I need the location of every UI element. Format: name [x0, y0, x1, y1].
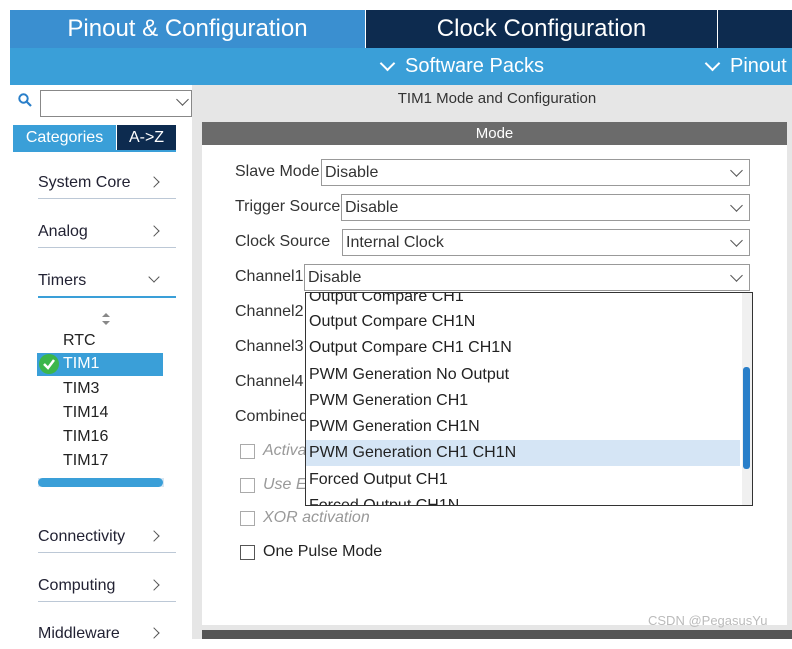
chevron-right-icon — [148, 579, 160, 591]
timer-rtc[interactable]: RTC — [63, 332, 96, 350]
software-packs-label: Software Packs — [405, 55, 544, 77]
watermark: CSDN @PegasusYu — [648, 613, 768, 628]
activate-checkbox[interactable]: Activa — [240, 442, 307, 460]
combined-channels-label: Combined — [235, 408, 308, 425]
chevron-right-icon — [148, 530, 160, 542]
timer-tim14[interactable]: TIM14 — [63, 404, 108, 422]
select-value: Disable — [345, 198, 399, 216]
horizontal-scrollbar-thumb[interactable] — [38, 478, 163, 487]
chevron-down-icon — [148, 271, 160, 283]
chevron-down-icon — [704, 55, 721, 72]
slave-mode-label: Slave Mode — [235, 163, 320, 180]
dropdown-option[interactable]: PWM Generation No Output — [306, 362, 740, 388]
dropdown-option-selected[interactable]: PWM Generation CH1 CH1N — [306, 440, 740, 466]
dropdown-scrollbar-thumb[interactable] — [743, 367, 750, 469]
timer-tim3[interactable]: TIM3 — [63, 380, 99, 398]
chevron-down-icon — [379, 55, 396, 72]
select-value: Disable — [325, 163, 379, 181]
check-circle-icon — [39, 354, 59, 374]
checkbox-box[interactable] — [240, 510, 255, 526]
category-system-core[interactable]: System Core — [38, 168, 176, 199]
category-label: System Core — [38, 174, 131, 191]
tab-label: Categories — [25, 128, 104, 146]
tab-label: A->Z — [128, 128, 165, 146]
slave-mode-select[interactable]: Disable — [321, 159, 750, 186]
timer-tim17[interactable]: TIM17 — [63, 452, 108, 470]
splitter[interactable] — [192, 85, 202, 639]
timer-label: TIM1 — [63, 355, 100, 372]
category-computing[interactable]: Computing — [38, 571, 176, 602]
trigger-source-select[interactable]: Disable — [341, 194, 750, 221]
tab-pinout-configuration[interactable]: Pinout & Configuration — [10, 10, 365, 48]
category-label: Computing — [38, 577, 116, 594]
xor-activation-checkbox[interactable]: XOR activation — [240, 509, 370, 527]
tab-label: Pinout & Configuration — [67, 15, 308, 42]
select-value: Disable — [308, 268, 362, 286]
search-icon[interactable] — [18, 93, 32, 107]
clock-source-select[interactable]: Internal Clock — [342, 229, 750, 256]
tab-a-to-z[interactable]: A->Z — [117, 125, 176, 150]
tab-overflow[interactable] — [718, 10, 792, 48]
mode-section-header[interactable]: Mode — [202, 122, 787, 145]
dropdown-option[interactable]: Forced Output CH1N — [306, 493, 740, 505]
chevron-down-icon — [730, 164, 743, 177]
checkbox-label: One Pulse Mode — [263, 543, 383, 560]
category-timers[interactable]: Timers — [38, 266, 176, 298]
category-label: Connectivity — [38, 528, 126, 545]
one-pulse-mode-checkbox[interactable]: One Pulse Mode — [240, 543, 382, 561]
chevron-down-icon[interactable] — [176, 93, 189, 106]
chevron-right-icon — [148, 176, 160, 188]
checkbox-label: Use E — [263, 476, 307, 493]
search-input[interactable] — [40, 90, 192, 117]
chevron-right-icon — [148, 627, 160, 639]
dropdown-option[interactable]: PWM Generation CH1 — [306, 388, 740, 414]
checkbox-box[interactable] — [240, 544, 255, 560]
checkbox-box[interactable] — [240, 477, 255, 493]
chevron-down-icon — [730, 269, 743, 282]
category-label: Middleware — [38, 625, 120, 642]
category-analog[interactable]: Analog — [38, 217, 176, 248]
sub-toolbar: Software Packs Pinout — [10, 48, 792, 85]
trigger-source-label: Trigger Source — [235, 198, 341, 215]
channel1-select[interactable]: Disable — [304, 264, 750, 291]
chevron-down-icon — [730, 199, 743, 212]
dropdown-option[interactable]: Output Compare CH1N — [306, 309, 740, 335]
section-label: Mode — [475, 125, 514, 142]
checkbox-label: XOR activation — [263, 509, 370, 526]
dropdown-option[interactable]: PWM Generation CH1N — [306, 414, 740, 440]
chevron-down-icon — [730, 234, 743, 247]
checkbox-box[interactable] — [240, 443, 255, 459]
dropdown-option[interactable]: Forced Output CH1 — [306, 467, 740, 493]
pinout-label: Pinout — [730, 55, 787, 77]
channel1-label: Channel1 — [235, 268, 304, 285]
use-etr-checkbox[interactable]: Use E — [240, 476, 307, 494]
select-value: Internal Clock — [346, 233, 444, 251]
timer-tim16[interactable]: TIM16 — [63, 428, 108, 446]
tab-label: Clock Configuration — [436, 15, 647, 42]
channel2-label: Channel2 — [235, 303, 304, 320]
category-middleware[interactable]: Middleware — [38, 619, 176, 649]
dropdown-option[interactable]: Output Compare CH1 — [306, 293, 740, 310]
category-label: Analog — [38, 223, 88, 240]
panel-title: TIM1 Mode and Configuration — [397, 90, 597, 107]
category-label: Timers — [38, 272, 87, 289]
sidebar: Categories A->Z System Core Analog Timer… — [10, 85, 192, 642]
category-connectivity[interactable]: Connectivity — [38, 522, 176, 553]
checkbox-label: Activa — [263, 442, 307, 459]
tab-categories[interactable]: Categories — [13, 125, 116, 150]
sort-icon[interactable] — [101, 312, 111, 326]
channel1-dropdown-list[interactable]: Output Compare CH1 Output Compare CH1N O… — [305, 292, 753, 506]
channel4-label: Channel4 — [235, 373, 304, 390]
timer-tim1[interactable]: TIM1 — [37, 353, 163, 376]
tab-clock-configuration[interactable]: Clock Configuration — [366, 10, 717, 48]
software-packs-menu[interactable]: Software Packs — [379, 48, 544, 85]
configuration-section-header[interactable] — [202, 630, 792, 639]
channel3-label: Channel3 — [235, 338, 304, 355]
divider — [13, 150, 176, 152]
dropdown-option[interactable]: Output Compare CH1 CH1N — [306, 335, 740, 361]
pinout-menu[interactable]: Pinout — [704, 48, 787, 85]
chevron-right-icon — [148, 225, 160, 237]
clock-source-label: Clock Source — [235, 233, 331, 250]
